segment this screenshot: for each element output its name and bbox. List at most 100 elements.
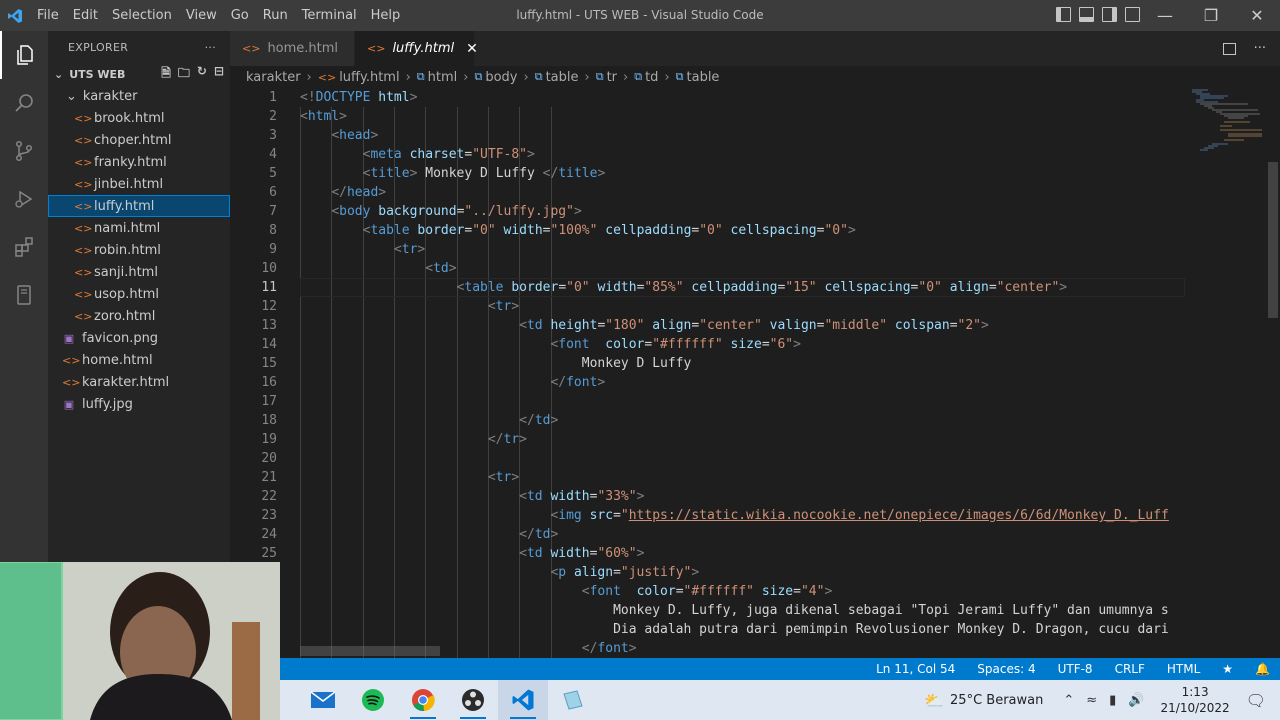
code-line[interactable]: <title> Monkey D Luffy </title>: [300, 164, 1185, 183]
code-line[interactable]: <body background="../luffy.jpg">: [300, 202, 1185, 221]
code-line[interactable]: <tr>: [300, 240, 1185, 259]
menu-file[interactable]: File: [30, 8, 66, 23]
code-line[interactable]: </td>: [300, 525, 1185, 544]
more-actions-icon[interactable]: ···: [1254, 41, 1266, 56]
code-line[interactable]: <html>: [300, 107, 1185, 126]
menu-terminal[interactable]: Terminal: [295, 8, 364, 23]
source-control-icon[interactable]: [0, 127, 48, 175]
tree-folder-karakter[interactable]: ⌄ karakter: [48, 85, 230, 107]
tree-file[interactable]: <> nami.html: [48, 217, 230, 239]
breadcrumb-item[interactable]: karakter: [246, 70, 301, 85]
code-line[interactable]: <font color="#ffffff" size="4">: [300, 582, 1185, 601]
tree-file[interactable]: ▣ favicon.png: [48, 327, 230, 349]
code-line[interactable]: <td width="33%">: [300, 487, 1185, 506]
close-tab-icon[interactable]: ✕: [466, 41, 478, 57]
code-line[interactable]: <!DOCTYPE html>: [300, 88, 1185, 107]
weather-icon[interactable]: ⛅: [924, 691, 944, 710]
tree-file[interactable]: ▣ luffy.jpg: [48, 393, 230, 415]
tree-file[interactable]: <> choper.html: [48, 129, 230, 151]
breadcrumb-item[interactable]: td: [645, 70, 658, 85]
menu-view[interactable]: View: [179, 8, 224, 23]
breadcrumb-item[interactable]: tr: [607, 70, 617, 85]
toggle-secondary-sidebar-icon[interactable]: [1102, 7, 1117, 22]
code-line[interactable]: <img src="https://static.wikia.nocookie.…: [300, 506, 1185, 525]
tree-file[interactable]: <> robin.html: [48, 239, 230, 261]
code-line[interactable]: <tr>: [300, 468, 1185, 487]
chevron-up-icon[interactable]: ⌃: [1063, 693, 1074, 708]
code-line[interactable]: </tr>: [300, 430, 1185, 449]
code-line[interactable]: Dia adalah putra dari pemimpin Revolusio…: [300, 620, 1185, 639]
customize-layout-icon[interactable]: [1125, 7, 1140, 22]
code-content[interactable]: <!DOCTYPE html> <html> <head> <meta chars…: [300, 88, 1185, 658]
code-line[interactable]: [300, 449, 1185, 468]
notifications-icon[interactable]: 🔔: [1255, 662, 1270, 676]
code-line[interactable]: Monkey D Luffy: [300, 354, 1185, 373]
code-line[interactable]: <td height="180" align="center" valign="…: [300, 316, 1185, 335]
code-line[interactable]: </font>: [300, 373, 1185, 392]
breadcrumb-item[interactable]: table: [687, 70, 720, 85]
close-window-icon[interactable]: ✕: [1234, 0, 1280, 31]
tree-file[interactable]: <> jinbei.html: [48, 173, 230, 195]
remote-explorer-icon[interactable]: [0, 271, 48, 319]
menu-run[interactable]: Run: [256, 8, 295, 23]
minimize-icon[interactable]: —: [1142, 0, 1188, 31]
breadcrumb-item[interactable]: body: [485, 70, 517, 85]
chrome-app-icon[interactable]: [398, 680, 448, 720]
toggle-panel-icon[interactable]: [1079, 7, 1094, 22]
battery-icon[interactable]: ▮: [1109, 693, 1116, 708]
code-line[interactable]: <font color="#ffffff" size="6">: [300, 335, 1185, 354]
menu-help[interactable]: Help: [364, 8, 408, 23]
menu-edit[interactable]: Edit: [66, 8, 105, 23]
obs-app-icon[interactable]: [448, 680, 498, 720]
clock[interactable]: 1:13 21/10/2022: [1161, 684, 1230, 716]
code-line[interactable]: <meta charset="UTF-8">: [300, 145, 1185, 164]
split-editor-icon[interactable]: [1222, 42, 1236, 55]
refresh-icon[interactable]: ↻: [197, 64, 207, 85]
encoding[interactable]: UTF-8: [1058, 662, 1093, 676]
extensions-icon[interactable]: [0, 223, 48, 271]
run-debug-icon[interactable]: [0, 175, 48, 223]
code-line[interactable]: </td>: [300, 411, 1185, 430]
horizontal-scrollbar[interactable]: [300, 646, 440, 656]
line-ending[interactable]: CRLF: [1115, 662, 1145, 676]
tree-file[interactable]: <> usop.html: [48, 283, 230, 305]
tree-file-selected[interactable]: <> luffy.html: [48, 195, 230, 217]
tree-file[interactable]: <> sanji.html: [48, 261, 230, 283]
code-line[interactable]: <head>: [300, 126, 1185, 145]
minimap[interactable]: [1188, 88, 1266, 658]
vertical-scrollbar[interactable]: [1266, 88, 1280, 658]
code-line[interactable]: </head>: [300, 183, 1185, 202]
search-icon[interactable]: [0, 79, 48, 127]
vscode-app-icon[interactable]: [498, 680, 548, 720]
indentation[interactable]: Spaces: 4: [977, 662, 1035, 676]
notification-center-icon[interactable]: 🗨: [1246, 691, 1266, 710]
explorer-icon[interactable]: [0, 31, 48, 79]
code-line[interactable]: Monkey D. Luffy, juga dikenal sebagai "T…: [300, 601, 1185, 620]
tree-file[interactable]: <> home.html: [48, 349, 230, 371]
restore-icon[interactable]: ❐: [1188, 0, 1234, 31]
cursor-position[interactable]: Ln 11, Col 54: [876, 662, 955, 676]
toggle-sidebar-icon[interactable]: [1056, 7, 1071, 22]
workspace-folder[interactable]: ⌄ UTS WEB 🗎 🗀 ↻ ⊟: [48, 63, 230, 85]
language-mode[interactable]: HTML: [1167, 662, 1200, 676]
spotify-app-icon[interactable]: [348, 680, 398, 720]
more-actions-icon[interactable]: ···: [205, 41, 216, 54]
new-file-icon[interactable]: 🗎: [161, 64, 171, 85]
code-line[interactable]: <p align="justify">: [300, 563, 1185, 582]
code-line[interactable]: [300, 392, 1185, 411]
scrollbar-thumb[interactable]: [1268, 162, 1278, 318]
tab-home-html[interactable]: <> home.html: [230, 31, 355, 66]
mail-app-icon[interactable]: [298, 680, 348, 720]
wifi-icon[interactable]: ≈: [1086, 693, 1097, 708]
code-line[interactable]: <tr>: [300, 297, 1185, 316]
tree-file[interactable]: <> karakter.html: [48, 371, 230, 393]
code-line[interactable]: <td>: [300, 259, 1185, 278]
breadcrumb-item[interactable]: html: [428, 70, 458, 85]
breadcrumb-item[interactable]: luffy.html: [339, 70, 399, 85]
code-editor[interactable]: 1 2 3 4 5 6 7 8 9 10 11 12 13 14 15 16 17 18 19 20 21 22 23 24 2…: [230, 88, 1280, 658]
code-line[interactable]: <table border="0" width="100%" cellpaddi…: [300, 221, 1185, 240]
breadcrumb-item[interactable]: table: [546, 70, 579, 85]
tab-luffy-html[interactable]: <> luffy.html ✕: [355, 31, 478, 66]
feedback-icon[interactable]: ★: [1222, 662, 1233, 676]
tree-file[interactable]: <> zoro.html: [48, 305, 230, 327]
